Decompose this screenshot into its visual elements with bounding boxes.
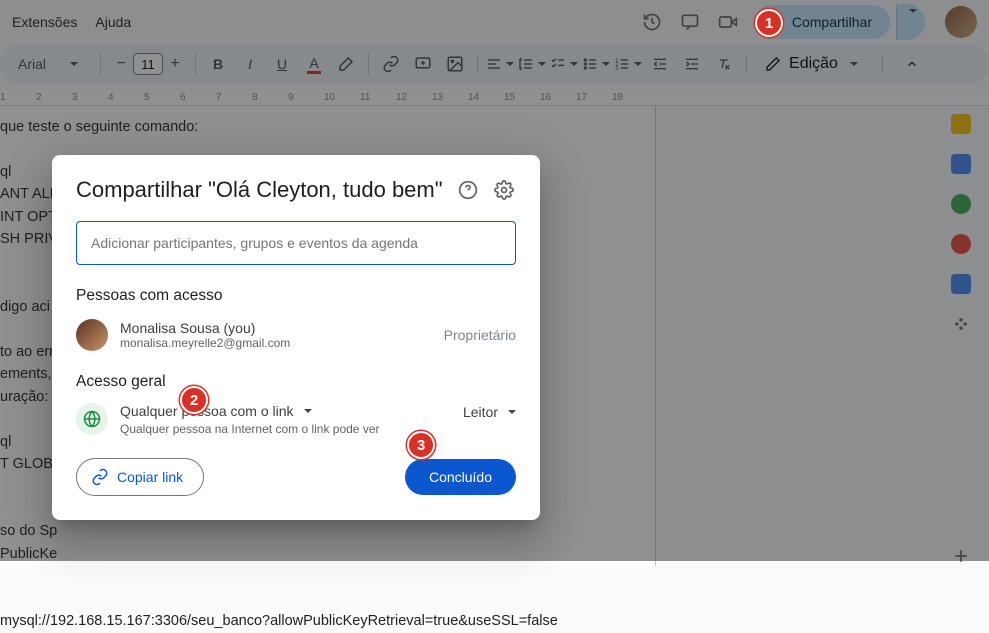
people-section-title: Pessoas com acesso bbox=[76, 287, 516, 305]
chevron-down-icon bbox=[508, 410, 516, 414]
person-role: Proprietário bbox=[444, 327, 516, 343]
dialog-title: Compartilhar "Olá Cleyton, tudo bem" bbox=[76, 177, 444, 203]
settings-icon[interactable] bbox=[492, 178, 516, 202]
doc-line bbox=[0, 588, 655, 610]
general-access-row: Qualquer pessoa com o link Qualquer pess… bbox=[76, 403, 516, 436]
globe-icon bbox=[76, 403, 108, 435]
role-label: Leitor bbox=[463, 404, 498, 420]
chevron-down-icon bbox=[304, 409, 312, 413]
doc-line: mysql://192.168.15.167:3306/seu_banco?al… bbox=[0, 610, 655, 632]
role-dropdown[interactable]: Leitor bbox=[463, 404, 516, 420]
person-email: monalisa.meyrelle2@gmail.com bbox=[120, 336, 290, 350]
copy-link-button[interactable]: Copiar link bbox=[76, 458, 204, 496]
owner-row: Monalisa Sousa (you) monalisa.meyrelle2@… bbox=[76, 319, 516, 351]
person-avatar bbox=[76, 319, 108, 351]
add-people-input[interactable] bbox=[76, 221, 516, 265]
access-scope-dropdown[interactable]: Qualquer pessoa com o link bbox=[120, 403, 451, 419]
done-button[interactable]: Concluído bbox=[405, 459, 516, 495]
help-icon[interactable] bbox=[456, 178, 480, 202]
person-name: Monalisa Sousa (you) bbox=[120, 320, 290, 336]
copy-link-label: Copiar link bbox=[117, 469, 183, 485]
annotation-marker-3: 3 bbox=[407, 431, 435, 459]
access-description: Qualquer pessoa na Internet com o link p… bbox=[120, 422, 451, 436]
annotation-marker-2: 2 bbox=[180, 386, 208, 414]
annotation-marker-1: 1 bbox=[755, 9, 783, 37]
general-access-title: Acesso geral bbox=[76, 373, 516, 391]
share-dialog: Compartilhar "Olá Cleyton, tudo bem" Pes… bbox=[52, 155, 540, 520]
doc-line bbox=[0, 565, 655, 587]
